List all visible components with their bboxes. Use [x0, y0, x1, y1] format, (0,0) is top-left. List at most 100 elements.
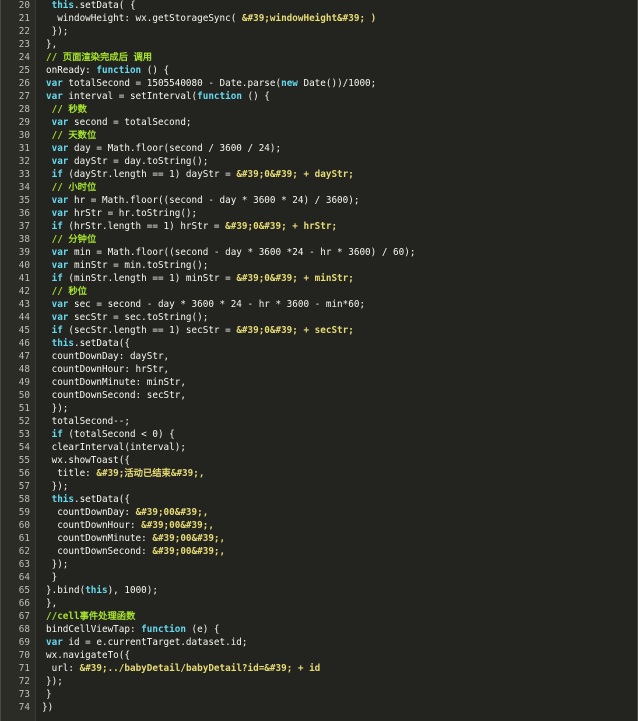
code-line[interactable]: 57}); [1, 480, 638, 493]
code-line[interactable]: 70 wx.navigateTo({ [1, 649, 638, 662]
code-line[interactable]: 41 if (minStr.length == 1) minStr = &#39;… [1, 272, 638, 285]
code-line[interactable]: 37 if (hrStr.length == 1) hrStr = &#39;0&… [1, 220, 638, 233]
code-line[interactable]: 54 clearInterval(interval); [1, 441, 638, 454]
code-line[interactable]: 30 // 天数位 [1, 129, 638, 142]
line-number: 54 [18, 442, 30, 453]
code-line[interactable]: 61 countDownMinute: &#39;00&#39;, [1, 532, 638, 545]
code-line[interactable]: 59 countDownDay: &#39;00&#39;, [1, 506, 638, 519]
line-number: 72 [18, 676, 30, 687]
code-line[interactable]: 65}.bind(this), 1000); [1, 584, 638, 597]
code-token: min = Math.floor((second - day * 3600 *2… [68, 247, 416, 258]
code-token: } [46, 689, 52, 700]
code-token: ), 1000); [107, 585, 158, 596]
line-number: 69 [18, 637, 30, 648]
code-text: var secStr = sec.toString(); [52, 311, 209, 324]
code-line[interactable]: 63}); [1, 558, 638, 571]
code-token: (dayStr.length == 1) dayStr = [62, 169, 237, 180]
code-line[interactable]: 73} [1, 688, 638, 701]
keyword-token: this [51, 0, 74, 11]
line-number: 45 [18, 325, 30, 336]
string-token: &#39;00&#39;, [152, 546, 226, 557]
code-line[interactable]: 45 if (secStr.length == 1) secStr = &#39;… [1, 324, 638, 337]
code-line[interactable]: 71 url: &#39;../babyDetail/babyDetail?id=… [1, 662, 638, 675]
code-token: (e) { [185, 624, 220, 635]
code-line[interactable]: 40 var minStr = min.toString(); [1, 259, 638, 272]
code-token: Date())/1000; [297, 78, 377, 89]
code-editor[interactable]: 20 this.setData( {21 windowHeight: wx.get… [0, 0, 638, 721]
code-line[interactable]: 68 bindCellViewTap: function (e) { [1, 623, 638, 636]
code-line[interactable]: 43 var sec = second - day * 3600 * 24 - h… [1, 298, 638, 311]
code-line[interactable]: 34 // 小时位 [1, 181, 638, 194]
code-text: countDownHour: &#39;00&#39;, [57, 519, 214, 532]
code-text: var min = Math.floor((second - day * 360… [52, 246, 416, 259]
code-line[interactable]: 49 countDownMinute: minStr, [1, 376, 638, 389]
line-number: 71 [18, 663, 30, 674]
code-line[interactable]: 74}) [1, 701, 638, 714]
string-token: &#39;00&#39;, [141, 520, 214, 531]
code-text: windowHeight: wx.getStorageSync( &#39;wi… [52, 12, 376, 25]
code-text: // 天数位 [52, 129, 97, 142]
code-line[interactable]: 38 // 分钟位 [1, 233, 638, 246]
line-number: 63 [18, 559, 30, 570]
code-line[interactable]: 52 totalSecond--; [1, 415, 638, 428]
keyword-token: var [51, 312, 69, 323]
code-text: if (secStr.length == 1) secStr = &#39;0&… [52, 324, 354, 337]
code-text: countDownHour: hrStr, [52, 363, 170, 376]
code-line[interactable]: 47 countDownDay: dayStr, [1, 350, 638, 363]
code-line[interactable]: 26 var totalSecond = 1505540080 - Date.pa… [1, 77, 638, 90]
code-token: countDownSecond: secStr, [51, 390, 186, 401]
code-line[interactable]: 31 var day = Math.floor(second / 3600 / 2… [1, 142, 638, 155]
code-token: totalSecond--; [51, 416, 130, 427]
code-line[interactable]: 21 windowHeight: wx.getStorageSync( &#39… [1, 12, 638, 25]
keyword-token: var [51, 260, 69, 271]
code-line[interactable]: 46 this.setData({ [1, 337, 638, 350]
code-line[interactable]: 66}, [1, 597, 638, 610]
code-line[interactable]: 58 this.setData({ [1, 493, 638, 506]
line-number: 27 [18, 91, 30, 102]
code-line[interactable]: 29 var second = totalSecond; [1, 116, 638, 129]
code-line[interactable]: 48 countDownHour: hrStr, [1, 363, 638, 376]
code-line[interactable]: 50 countDownSecond: secStr, [1, 389, 638, 402]
code-line[interactable]: 24 // 页面渲染完成后 调用 [1, 51, 638, 64]
code-line[interactable]: 32 var dayStr = day.toString(); [1, 155, 638, 168]
line-number: 56 [18, 468, 30, 479]
line-number: 42 [18, 286, 30, 297]
code-line[interactable]: 72}); [1, 675, 638, 688]
code-line[interactable]: 53 if (totalSecond < 0) { [1, 428, 638, 441]
line-number: 50 [18, 390, 30, 401]
code-text: // 小时位 [52, 181, 97, 194]
code-line[interactable]: 23}, [1, 38, 638, 51]
code-line[interactable]: 42 // 秒位 [1, 285, 638, 298]
keyword-token: this [51, 338, 74, 349]
code-line[interactable]: 25 onReady: function () { [1, 64, 638, 77]
code-line[interactable]: 33 if (dayStr.length == 1) dayStr = &#39;… [1, 168, 638, 181]
comment-token: // 天数位 [51, 130, 97, 141]
line-number: 53 [18, 429, 30, 440]
line-number: 28 [18, 104, 30, 115]
line-number: 35 [18, 195, 30, 206]
code-line[interactable]: 28 // 秒数 [1, 103, 638, 116]
line-number: 47 [18, 351, 30, 362]
code-token: bindCellViewTap: [46, 624, 142, 635]
line-number: 33 [18, 169, 30, 180]
code-line[interactable]: 44 var secStr = sec.toString(); [1, 311, 638, 324]
code-line[interactable]: 60 countDownHour: &#39;00&#39;, [1, 519, 638, 532]
code-token: title: [57, 468, 97, 479]
line-number: 68 [18, 624, 30, 635]
code-line[interactable]: 35 var hr = Math.floor((second - day * 36… [1, 194, 638, 207]
code-line[interactable]: 36 var hrStr = hr.toString(); [1, 207, 638, 220]
code-line[interactable]: 55 wx.showToast({ [1, 454, 638, 467]
code-line[interactable]: 27 var interval = setInterval(function ()… [1, 90, 638, 103]
code-text: var minStr = min.toString(); [52, 259, 209, 272]
code-line[interactable]: 22}); [1, 25, 638, 38]
code-line[interactable]: 39 var min = Math.floor((second - day * 3… [1, 246, 638, 259]
code-line[interactable]: 62 countDownSecond: &#39;00&#39;, [1, 545, 638, 558]
line-number: 64 [18, 572, 30, 583]
code-line[interactable]: 69 var id = e.currentTarget.dataset.id; [1, 636, 638, 649]
code-line[interactable]: 56 title: &#39;活动已结束&#39;, [1, 467, 638, 480]
code-line[interactable]: 20 this.setData( { [1, 0, 638, 12]
code-line[interactable]: 67 //cell事件处理函数 [1, 610, 638, 623]
code-line[interactable]: 64} [1, 571, 638, 584]
line-number: 44 [18, 312, 30, 323]
code-line[interactable]: 51}); [1, 402, 638, 415]
